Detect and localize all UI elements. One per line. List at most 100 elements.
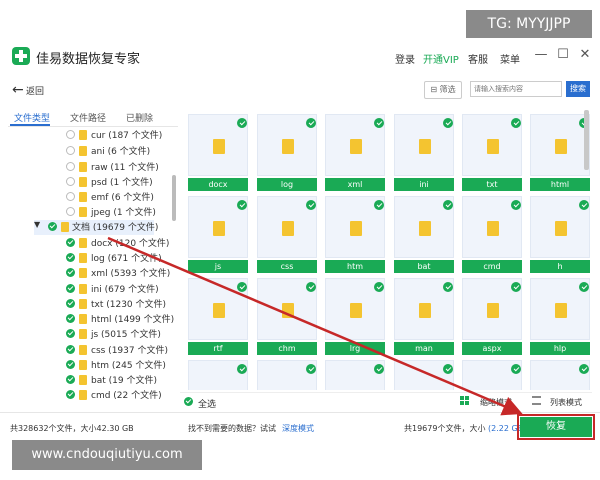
check-icon[interactable] [237,200,247,210]
tree-item-label: emf (6 个文件) [91,193,154,203]
tab-file-path[interactable]: 文件路径 [70,111,106,124]
checkbox-icon[interactable] [66,207,75,216]
tree-folder-documents[interactable]: ▼ 文档 (19679 个文件) [34,220,158,235]
select-all-checkbox[interactable] [184,397,193,406]
file-thumbnail [325,196,385,258]
file-thumbnail [394,196,454,258]
check-icon[interactable] [237,118,247,128]
vip-link[interactable]: 开通VIP [423,51,459,66]
checkbox-icon[interactable] [48,222,57,231]
file-icon [487,303,499,318]
folder-icon [61,222,69,232]
file-icon [419,139,431,154]
check-icon[interactable] [579,200,589,210]
file-thumbnail [325,114,385,176]
checkbox-icon[interactable] [66,314,75,323]
list-mode-icon[interactable] [532,396,541,405]
checkbox-icon[interactable] [66,345,75,354]
filter-icon: ⊟ [430,85,438,94]
grid-scrollbar[interactable] [584,110,589,170]
checkbox-icon[interactable] [66,299,75,308]
tree-item-label: jpeg (1 个文件) [91,208,156,218]
check-icon[interactable] [306,200,316,210]
tab-deleted[interactable]: 已删除 [126,111,153,124]
checkbox-icon[interactable] [66,162,75,171]
check-icon[interactable] [443,118,453,128]
close-icon[interactable]: ✕ [578,48,592,62]
file-grid: docx log xml ini txt html js css htm bat… [180,108,592,390]
thumbnail-mode-button[interactable]: 缩略模式 [480,397,512,408]
check-icon[interactable] [443,364,453,374]
watermark-top: TG: MYYJJPP [466,10,592,38]
tree-scrollbar[interactable] [172,175,176,221]
file-thumbnail [188,196,248,258]
tree-item-label: xml (5393 个文件) [91,269,171,279]
checkbox-icon[interactable] [66,284,75,293]
file-label: chm [257,342,317,355]
list-mode-button[interactable]: 列表模式 [550,397,582,408]
folder-icon [79,345,87,355]
tab-file-type[interactable]: 文件类型 [14,111,50,124]
check-icon[interactable] [511,282,521,292]
folder-icon [79,268,87,278]
checkbox-icon[interactable] [66,268,75,277]
minimize-icon[interactable]: — [534,48,548,62]
app-logo-icon [12,47,30,65]
check-icon[interactable] [579,364,589,374]
tree-item-label: log (671 个文件) [91,254,162,264]
file-thumbnail [462,196,522,258]
check-icon[interactable] [306,282,316,292]
service-link[interactable]: 客服 [468,51,488,66]
deep-mode-link[interactable]: 深度模式 [282,423,314,434]
back-button[interactable]: 返回 [26,84,44,97]
back-arrow-icon[interactable]: ← [12,82,24,98]
login-link[interactable]: 登录 [395,51,415,66]
check-icon[interactable] [306,364,316,374]
check-icon[interactable] [237,364,247,374]
expand-arrow-icon[interactable]: ▼ [34,220,40,229]
watermark-bottom: www.cndouqiutiyu.com [12,440,202,470]
file-icon [213,139,225,154]
check-icon[interactable] [374,200,384,210]
menu-link[interactable]: 菜单 [500,51,520,66]
file-thumbnail [257,196,317,258]
checkbox-icon[interactable] [66,238,75,247]
check-icon[interactable] [511,200,521,210]
folder-icon [79,253,87,263]
folder-icon [79,390,87,400]
check-icon[interactable] [579,282,589,292]
check-icon[interactable] [511,118,521,128]
checkbox-icon[interactable] [66,192,75,201]
search-button[interactable]: 搜索 [566,81,590,97]
thumbnail-mode-icon[interactable] [460,396,469,405]
tree-item-label: cur (187 个文件) [91,131,163,141]
file-label: js [188,260,248,273]
checkbox-icon[interactable] [66,177,75,186]
check-icon[interactable] [511,364,521,374]
file-thumbnail [394,360,454,390]
folder-icon [79,238,87,248]
folder-icon [79,314,87,324]
check-icon[interactable] [443,282,453,292]
checkbox-icon[interactable] [66,146,75,155]
file-thumbnail [188,360,248,390]
checkbox-icon[interactable] [66,253,75,262]
folder-icon [79,299,87,309]
check-icon[interactable] [237,282,247,292]
checkbox-icon[interactable] [66,130,75,139]
check-icon[interactable] [374,118,384,128]
search-input[interactable] [470,81,562,97]
check-icon[interactable] [374,282,384,292]
checkbox-icon[interactable] [66,390,75,399]
check-icon[interactable] [443,200,453,210]
checkbox-icon[interactable] [66,329,75,338]
checkbox-icon[interactable] [66,360,75,369]
recover-button[interactable]: 恢复 [517,414,595,440]
checkbox-icon[interactable] [66,375,75,384]
maximize-icon[interactable]: ☐ [556,48,570,62]
filter-button[interactable]: ⊟ 筛选 [424,81,462,99]
check-icon[interactable] [374,364,384,374]
select-all-label[interactable]: 全选 [198,397,216,410]
file-icon [282,221,294,236]
check-icon[interactable] [306,118,316,128]
